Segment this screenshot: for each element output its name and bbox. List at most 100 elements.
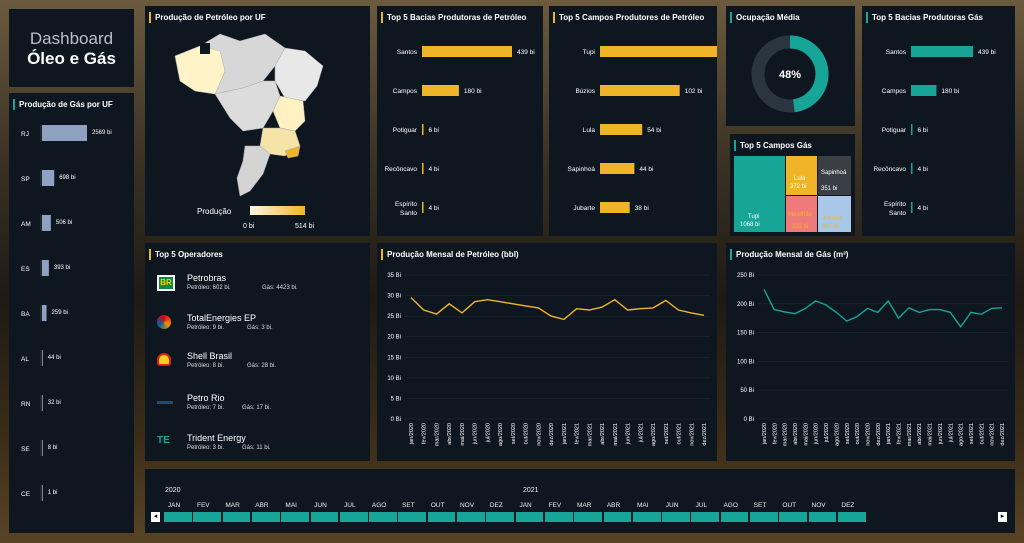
x-tick-label: set/2020: [845, 423, 851, 444]
timeline-month-label: AGO: [723, 502, 738, 509]
trident-logo-icon: TE: [157, 435, 170, 446]
timeline-month-bar[interactable]: [632, 512, 661, 522]
y-tick-label: 30 Bi: [387, 294, 401, 300]
bar-label: Potiguar: [882, 127, 907, 134]
timeline-month-bar[interactable]: [369, 512, 397, 522]
timeline-month-label: NOV: [459, 502, 475, 509]
bar-value: 180 bi: [464, 88, 482, 95]
x-tick-label: jan/2021: [886, 423, 892, 445]
timeline-month-bar[interactable]: [310, 512, 339, 522]
y-tick-label: 250 Bi: [737, 273, 754, 279]
x-tick-label: mai/2020: [803, 423, 809, 446]
treemap-tupi-name: Tupi: [748, 214, 759, 220]
bar: [911, 163, 913, 174]
bar-label: Campos: [393, 88, 418, 95]
x-tick-label: jul/2021: [638, 423, 644, 443]
x-tick-label: fev/2020: [772, 423, 778, 444]
bar-label: Recôncavo: [384, 166, 417, 173]
x-tick-label: dez/2021: [1000, 423, 1006, 446]
bar-label: Espírito: [395, 201, 417, 208]
map-roraima-block: [200, 43, 210, 54]
timeline-prev-button[interactable]: ◂: [151, 512, 160, 522]
uf-value: 698 bi: [59, 175, 75, 181]
timeline-month-bar[interactable]: [750, 512, 778, 522]
bar: [911, 202, 913, 213]
uf-label: AM: [21, 221, 31, 228]
occupancy-panel: Ocupação Média 48%: [726, 6, 855, 126]
dashboard-subtitle: Óleo e Gás: [27, 49, 116, 68]
bar-label: Búzios: [575, 88, 595, 95]
timeline-month-bar[interactable]: [808, 512, 837, 522]
timeline-month-bar[interactable]: [427, 512, 456, 522]
x-tick-label: fev/2021: [897, 423, 903, 444]
x-tick-label: fev/2021: [575, 423, 581, 444]
timeline-month-bar[interactable]: [515, 512, 544, 522]
x-tick-label: jun/2021: [938, 423, 944, 445]
timeline-month-bar[interactable]: [339, 512, 368, 522]
uf-label: RJ: [21, 131, 29, 138]
x-tick-label: mar/2021: [587, 423, 593, 446]
timeline-next-button[interactable]: ▸: [998, 512, 1007, 522]
uf-value: 1 bi: [48, 490, 58, 496]
timeline-month-bar[interactable]: [398, 512, 427, 522]
bar: [600, 85, 680, 96]
timeline-month-bar[interactable]: [544, 512, 573, 522]
uf-label: ES: [21, 266, 30, 273]
timeline-month-bar[interactable]: [574, 512, 602, 522]
timeline-year-2021: 2021: [523, 487, 539, 494]
x-tick-label: dez/2020: [549, 423, 555, 446]
timeline-month-bar[interactable]: [222, 512, 251, 522]
bar-value: 180 bi: [941, 88, 959, 95]
x-tick-label: nov/2021: [689, 423, 695, 446]
bar-value: 6 bi: [918, 127, 928, 134]
timeline-month-label: NOV: [811, 502, 826, 509]
map-legend-label: Produção: [197, 207, 232, 216]
timeline-month-bar[interactable]: [779, 512, 808, 522]
timeline-month-bar[interactable]: [281, 512, 309, 522]
uf-value: 2569 bi: [92, 130, 112, 136]
timeline-month-bar[interactable]: [193, 512, 222, 522]
timeline-month-label: SET: [753, 502, 767, 509]
timeline-month-bar[interactable]: [603, 512, 632, 522]
bar: [911, 46, 973, 57]
timeline-month-bar[interactable]: [720, 512, 749, 522]
gas-monthly-panel: Produção Mensal de Gás (m³) 0 Bi 50 Bi 100…: [726, 243, 1015, 461]
x-tick-label: set/2021: [664, 423, 670, 444]
brazil-map[interactable]: Produção 0 bi 514 bi: [145, 6, 370, 236]
bar-label: Sapinhoá: [568, 166, 596, 173]
treemap-tupi-value: 1068 bi: [740, 222, 760, 228]
operator-gas: Gás: 3 bi.: [247, 325, 273, 331]
timeline-month-bar[interactable]: [691, 512, 720, 522]
timeline-month-bar[interactable]: [837, 512, 866, 522]
x-tick-label: jan/2020: [762, 423, 768, 445]
timeline-month-bar[interactable]: [486, 512, 515, 522]
x-tick-label: jun/2020: [473, 423, 479, 445]
timeline-month-label: JUN: [665, 502, 679, 509]
operator-gas: Gás: 11 bi.: [242, 445, 271, 451]
uf-label: CE: [21, 491, 31, 498]
oil-fields-panel: Top 5 Campos Produtores de Petróleo Tupi…: [549, 6, 717, 236]
bar-value: 439 bi: [978, 49, 996, 56]
map-northeast: [274, 47, 324, 102]
timeline-month-label: JUL: [344, 502, 356, 509]
uf-bar: [42, 305, 47, 321]
bar: [911, 124, 913, 135]
x-tick-label: set/2020: [511, 423, 517, 444]
x-tick-label: nov/2020: [536, 423, 542, 446]
timeline-panel: [145, 469, 1015, 533]
bar-label: Santo: [889, 210, 906, 217]
timeline-month-bar[interactable]: [457, 512, 485, 522]
timeline-month-bar[interactable]: [251, 512, 280, 522]
bar: [600, 202, 630, 213]
operator-oil: Petróleo: 7 bi.: [187, 405, 225, 411]
timeline-month-label: MAR: [576, 502, 592, 509]
x-tick-label: mai/2020: [460, 423, 466, 446]
operator-name: TotalEnergies EP: [187, 313, 257, 323]
map-legend-min: 0 bi: [243, 223, 255, 230]
timeline-year-2020: 2020: [165, 487, 181, 494]
x-tick-label: abr/2021: [600, 423, 606, 445]
x-tick-label: abr/2021: [917, 423, 923, 445]
gas-basins-title: Top 5 Bacias Produtoras Gás: [866, 12, 983, 23]
timeline-month-bar[interactable]: [164, 512, 192, 522]
timeline-month-bar[interactable]: [662, 512, 690, 522]
